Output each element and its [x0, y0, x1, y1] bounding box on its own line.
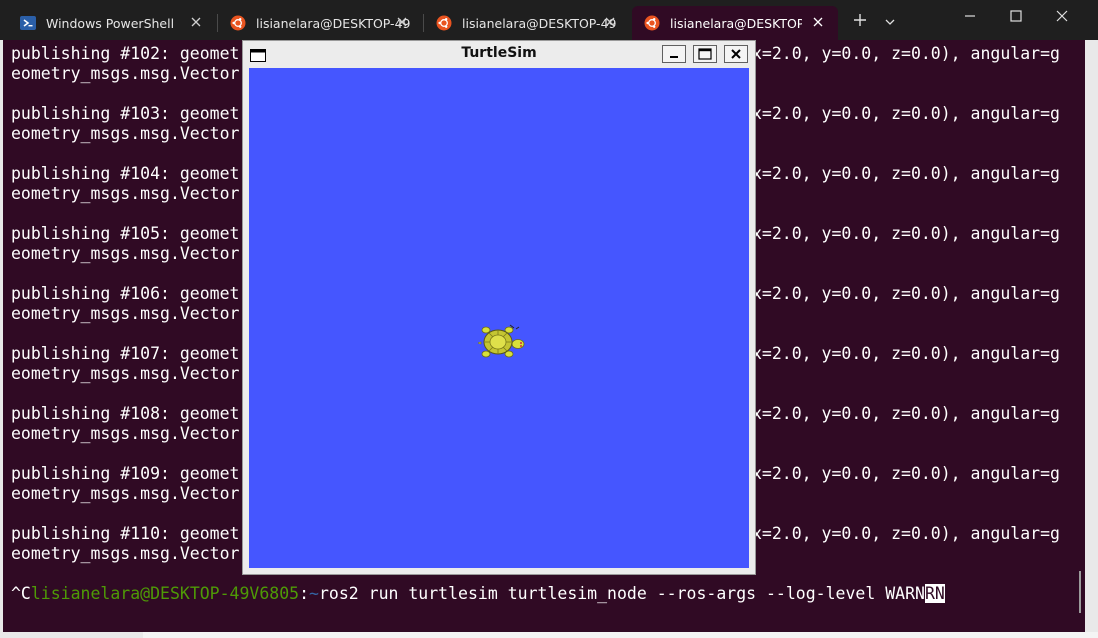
close-window-button[interactable]	[1039, 0, 1085, 32]
terminal-line: eometry_msgs.msg.Vector	[11, 364, 240, 383]
tab-label: lisianelara@DESKTOP-49	[670, 15, 802, 31]
terminal-line: eometry_msgs.msg.Vector	[11, 484, 240, 503]
terminal-line-fragment: x=2.0, y=0.0, z=0.0), angular=g	[752, 344, 1060, 363]
terminal-line: eometry_msgs.msg.Vector	[11, 124, 240, 143]
turtlesim-maximize-button[interactable]	[693, 45, 717, 63]
terminal-line-fragment: x=2.0, y=0.0, z=0.0), angular=g	[752, 524, 1060, 543]
terminal-line: eometry_msgs.msg.Vector	[11, 244, 240, 263]
close-icon	[730, 45, 742, 64]
plus-icon	[853, 12, 867, 31]
terminal-line: publishing #107: geomet	[11, 344, 240, 363]
ubuntu-icon	[230, 15, 246, 31]
terminal-line: eometry_msgs.msg.Vector	[11, 424, 240, 443]
background-window-edge	[143, 632, 1098, 638]
turtlesim-canvas	[249, 68, 749, 568]
maximize-button[interactable]	[993, 0, 1039, 32]
turtlesim-minimize-button[interactable]	[662, 45, 686, 63]
tab-ubuntu-3-active[interactable]: lisianelara@DESKTOP-49	[632, 6, 838, 40]
terminal-line: publishing #110: geomet	[11, 524, 240, 543]
prompt-line[interactable]: ^Clisianelara@DESKTOP-49V6805:~ros2 run …	[11, 584, 945, 604]
terminal-line: eometry_msgs.msg.Vector	[11, 304, 240, 323]
tab-close-icon[interactable]	[810, 14, 826, 30]
tab-ubuntu-2[interactable]: lisianelara@DESKTOP-49	[424, 6, 630, 40]
terminal-line: publishing #109: geomet	[11, 464, 240, 483]
ubuntu-icon	[644, 15, 660, 31]
prompt-colon: :	[299, 584, 310, 603]
terminal-line: eometry_msgs.msg.Vector	[11, 544, 240, 563]
terminal-line: eometry_msgs.msg.Vector	[11, 184, 240, 203]
turtlesim-window[interactable]: TurtleSim	[243, 41, 755, 574]
tab-powershell[interactable]: Windows PowerShell	[8, 6, 216, 40]
terminal-line-fragment: x=2.0, y=0.0, z=0.0), angular=g	[752, 44, 1060, 63]
prompt-command: ros2 run turtlesim turtlesim_node --ros-…	[318, 584, 925, 603]
turtle-icon	[478, 324, 525, 358]
terminal-line: publishing #102: geomet	[11, 44, 240, 63]
tab-label: Windows PowerShell	[46, 15, 175, 31]
terminal-line-fragment: x=2.0, y=0.0, z=0.0), angular=g	[752, 104, 1060, 123]
maximize-icon	[698, 45, 712, 64]
terminal-line: publishing #105: geomet	[11, 224, 240, 243]
minimize-button[interactable]	[947, 0, 993, 32]
terminal-line-fragment: x=2.0, y=0.0, z=0.0), angular=g	[752, 464, 1060, 483]
turtlesim-close-button[interactable]	[724, 45, 748, 63]
terminal-line: publishing #106: geomet	[11, 284, 240, 303]
terminal-scrollbar[interactable]	[1079, 571, 1081, 613]
maximize-icon	[1010, 7, 1022, 26]
close-icon	[1056, 7, 1068, 26]
terminal-line: publishing #103: geomet	[11, 104, 240, 123]
terminal-line: publishing #108: geomet	[11, 404, 240, 423]
terminal-line-fragment: x=2.0, y=0.0, z=0.0), angular=g	[752, 284, 1060, 303]
interrupt-marker: ^C	[11, 584, 31, 603]
minimize-icon	[668, 45, 680, 64]
tab-dropdown-button[interactable]	[875, 6, 905, 36]
tab-label: lisianelara@DESKTOP-49	[462, 15, 617, 31]
terminal-line: eometry_msgs.msg.Vector	[11, 64, 240, 83]
terminal-line: publishing #104: geomet	[11, 164, 240, 183]
powershell-icon	[20, 15, 36, 31]
minimize-icon	[964, 7, 976, 26]
tab-bar: Windows PowerShell lisianelara@DESKTOP-4…	[0, 0, 1098, 40]
ubuntu-icon	[436, 15, 452, 31]
tab-ubuntu-1[interactable]: lisianelara@DESKTOP-49	[218, 6, 422, 40]
prompt-user-host: lisianelara@DESKTOP-49V6805	[30, 584, 300, 603]
tab-close-icon[interactable]	[602, 14, 618, 30]
terminal-line-fragment: x=2.0, y=0.0, z=0.0), angular=g	[752, 404, 1060, 423]
prompt-path: ~	[309, 584, 319, 603]
tab-close-icon[interactable]	[188, 14, 204, 30]
cursor-ghost-text: RN	[924, 584, 945, 603]
terminal-line-fragment: x=2.0, y=0.0, z=0.0), angular=g	[752, 164, 1060, 183]
terminal-line-fragment: x=2.0, y=0.0, z=0.0), angular=g	[752, 224, 1060, 243]
chevron-down-icon	[885, 12, 895, 31]
tab-label: lisianelara@DESKTOP-49	[256, 15, 411, 31]
new-tab-button[interactable]	[845, 6, 875, 36]
tab-close-icon[interactable]	[394, 14, 410, 30]
turtlesim-titlebar[interactable]: TurtleSim	[243, 41, 755, 66]
